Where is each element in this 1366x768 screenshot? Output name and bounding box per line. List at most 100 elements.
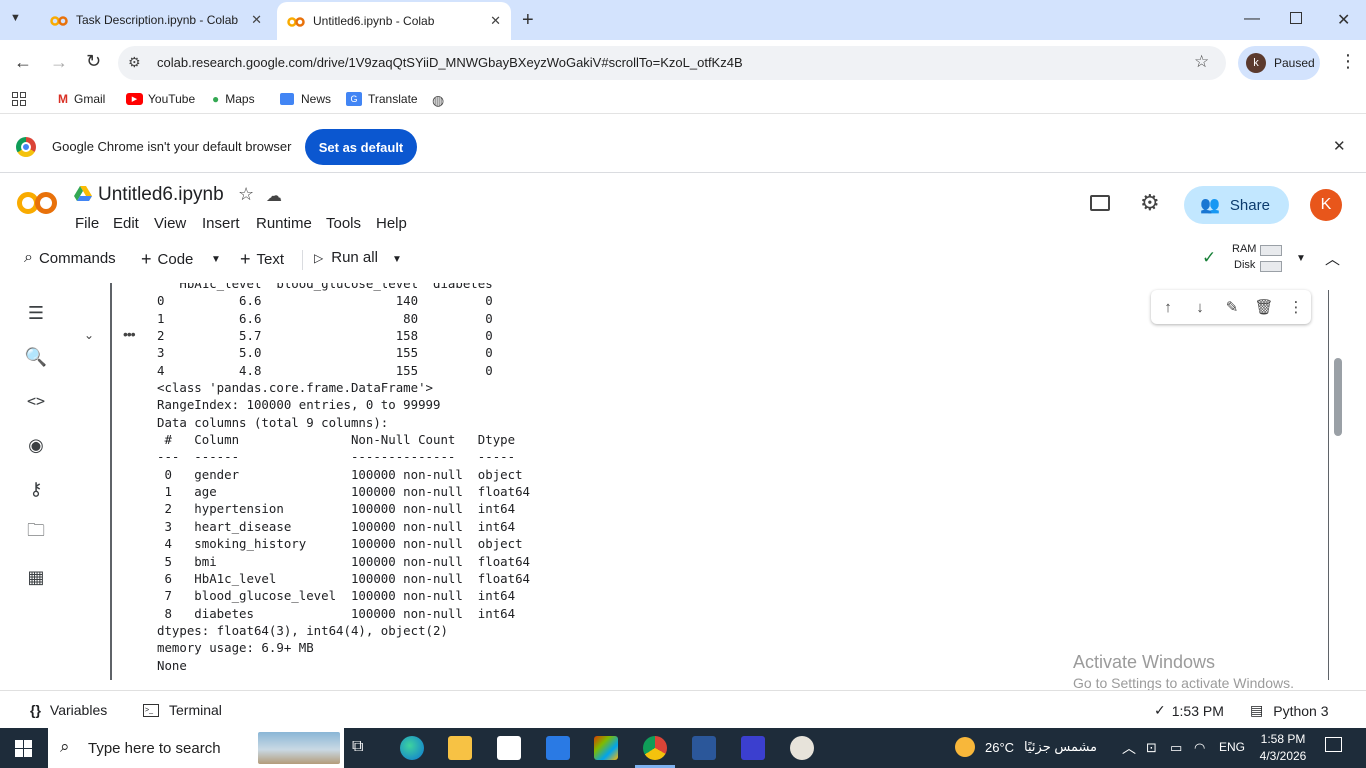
collapse-header-icon[interactable]: ︿ bbox=[1325, 248, 1340, 269]
colab-logo-icon[interactable] bbox=[16, 190, 58, 219]
bookmark-star-icon[interactable]: ☆ bbox=[1194, 52, 1209, 72]
tab-untitled6[interactable]: Untitled6.ipynb - Colab ✕ bbox=[277, 2, 511, 40]
forward-icon[interactable]: → bbox=[50, 52, 68, 73]
data-table-icon[interactable]: ▦ bbox=[24, 566, 48, 588]
restore-icon[interactable] bbox=[1290, 12, 1302, 24]
language-indicator[interactable]: ENG bbox=[1219, 740, 1245, 754]
mail-icon[interactable] bbox=[546, 736, 570, 760]
tab-task-description[interactable]: Task Description.ipynb - Colab ✕ bbox=[40, 0, 272, 40]
code-snippets-icon[interactable]: <> bbox=[24, 390, 48, 412]
address-bar[interactable]: ⚙ colab.research.google.com/drive/1V9zaq… bbox=[118, 46, 1226, 80]
clipchamp-icon[interactable] bbox=[741, 736, 765, 760]
comments-icon[interactable] bbox=[1090, 195, 1110, 211]
bookmark-maps[interactable]: ● Maps bbox=[212, 92, 255, 106]
menu-view[interactable]: View bbox=[154, 215, 186, 232]
bookmark-news[interactable]: News bbox=[280, 92, 331, 106]
clock[interactable]: 1:58 PM 4/3/2026 bbox=[1258, 732, 1308, 763]
weather-widget[interactable]: 26°C مشمس جزئيًا bbox=[955, 737, 1097, 757]
microsoft-store-icon[interactable] bbox=[497, 736, 521, 760]
output-line: 4 4.8 155 0 bbox=[157, 362, 493, 378]
wifi-icon[interactable]: ◠ bbox=[1194, 740, 1205, 756]
resources-indicator[interactable]: RAM Disk bbox=[1232, 242, 1284, 276]
runtime-dropdown-icon[interactable]: ▼ bbox=[1296, 253, 1306, 264]
more-options-icon[interactable]: ⋮ bbox=[1286, 297, 1306, 317]
menu-tools[interactable]: Tools bbox=[326, 215, 361, 232]
secrets-eye-icon[interactable]: ◉ bbox=[24, 434, 48, 456]
bookmark-youtube[interactable]: ▶ YouTube bbox=[126, 92, 195, 106]
notebook-title[interactable]: Untitled6.ipynb bbox=[98, 184, 224, 206]
ram-label: RAM bbox=[1232, 243, 1257, 255]
avatar[interactable]: K bbox=[1310, 189, 1342, 221]
site-info-icon[interactable]: ⚙ bbox=[128, 54, 141, 71]
table-of-contents-icon[interactable]: ☰ bbox=[24, 302, 48, 324]
close-tab-icon[interactable]: ✕ bbox=[490, 13, 501, 29]
disk-meter bbox=[1260, 261, 1282, 272]
move-up-icon[interactable]: ↑ bbox=[1158, 297, 1178, 317]
settings-gear-icon[interactable]: ⚙ bbox=[1140, 190, 1160, 216]
edge-icon[interactable] bbox=[400, 736, 424, 760]
profile-button[interactable]: k Paused bbox=[1238, 46, 1320, 80]
delete-icon[interactable]: 🗑 bbox=[1254, 297, 1274, 317]
minimize-icon[interactable]: — bbox=[1244, 10, 1260, 28]
menu-edit[interactable]: Edit bbox=[113, 215, 139, 232]
colab-status-bar: {} Variables >_ Terminal ✓ 1:53 PM ▤ Pyt… bbox=[0, 690, 1366, 728]
add-text-button[interactable]: + Text bbox=[240, 249, 284, 270]
menu-insert[interactable]: Insert bbox=[202, 215, 240, 232]
run-all-button[interactable]: ▷ Run all bbox=[314, 249, 378, 266]
back-icon[interactable]: ← bbox=[14, 52, 32, 73]
menu-file[interactable]: File bbox=[75, 215, 99, 232]
search-placeholder: Type here to search bbox=[88, 739, 221, 757]
file-explorer-icon[interactable] bbox=[448, 736, 472, 760]
paint-icon[interactable] bbox=[790, 736, 814, 760]
runtime-type[interactable]: ▤ Python 3 bbox=[1250, 702, 1329, 719]
apps-grid-icon[interactable] bbox=[12, 92, 26, 106]
move-down-icon[interactable]: ↓ bbox=[1190, 297, 1210, 317]
run-all-dropdown-icon[interactable]: ▼ bbox=[392, 254, 402, 265]
bookmark-translate[interactable]: G Translate bbox=[346, 92, 418, 106]
terminal-icon: >_ bbox=[143, 703, 159, 717]
share-button[interactable]: 👥 Share bbox=[1184, 186, 1289, 224]
output-line: 1 6.6 80 0 bbox=[157, 310, 493, 326]
bookmark-gmail[interactable]: M Gmail bbox=[58, 92, 105, 106]
code-dropdown-icon[interactable]: ▼ bbox=[211, 254, 221, 265]
clock-date: 4/3/2026 bbox=[1259, 749, 1307, 763]
close-tab-icon[interactable]: ✕ bbox=[251, 12, 262, 28]
variables-button[interactable]: {} Variables bbox=[30, 702, 107, 718]
set-as-default-button[interactable]: Set as default bbox=[305, 129, 417, 165]
cell-output: HbA1c_level blood_glucose_level diabetes… bbox=[157, 283, 1307, 678]
network-icon[interactable]: ⊡ bbox=[1146, 740, 1157, 756]
edit-pencil-icon[interactable]: ✎ bbox=[1222, 297, 1242, 317]
notifications-icon[interactable] bbox=[1325, 737, 1342, 752]
cell-border bbox=[1328, 290, 1329, 680]
menu-runtime[interactable]: Runtime bbox=[256, 215, 312, 232]
close-infobar-icon[interactable]: ✕ bbox=[1333, 137, 1346, 155]
chrome-menu-icon[interactable]: ⋮ bbox=[1339, 51, 1357, 72]
key-icon[interactable]: ⚷ bbox=[24, 478, 48, 500]
new-tab-icon[interactable]: + bbox=[522, 9, 534, 32]
show-hidden-icons[interactable]: ︿ bbox=[1122, 738, 1136, 758]
files-folder-icon[interactable]: 🗀 bbox=[24, 520, 48, 544]
scrollbar-thumb[interactable] bbox=[1334, 358, 1342, 436]
battery-icon[interactable]: ▭ bbox=[1170, 740, 1182, 756]
last-run-status[interactable]: ✓ 1:53 PM bbox=[1154, 702, 1224, 719]
taskbar-search-box[interactable]: ⌕ Type here to search bbox=[48, 728, 344, 768]
globe-icon[interactable]: ◍ bbox=[432, 92, 444, 109]
close-window-icon[interactable]: ✕ bbox=[1337, 10, 1350, 30]
find-replace-icon[interactable]: 🔍 bbox=[24, 346, 48, 368]
reload-icon[interactable]: ↻ bbox=[86, 51, 101, 72]
task-view-icon[interactable]: ⧉ bbox=[352, 738, 363, 756]
menu-help[interactable]: Help bbox=[376, 215, 407, 232]
people-icon: 👥 bbox=[1200, 197, 1220, 214]
word-icon[interactable] bbox=[692, 736, 716, 760]
terminal-button[interactable]: >_ Terminal bbox=[143, 702, 222, 718]
windows-start-icon[interactable] bbox=[15, 740, 32, 757]
collapse-cell-icon[interactable]: ⌄ bbox=[84, 328, 94, 342]
chrome-taskbar-icon[interactable] bbox=[643, 736, 667, 760]
microsoft-365-icon[interactable] bbox=[594, 736, 618, 760]
commands-button[interactable]: ⌕ Commands bbox=[24, 249, 116, 267]
add-code-button[interactable]: + Code bbox=[141, 249, 193, 270]
star-icon[interactable]: ☆ bbox=[238, 184, 254, 205]
output-actions-icon[interactable]: ••• bbox=[123, 326, 136, 342]
cloud-saved-icon[interactable]: ☁ bbox=[266, 186, 282, 206]
tab-search-icon[interactable]: ▼ bbox=[10, 12, 30, 28]
